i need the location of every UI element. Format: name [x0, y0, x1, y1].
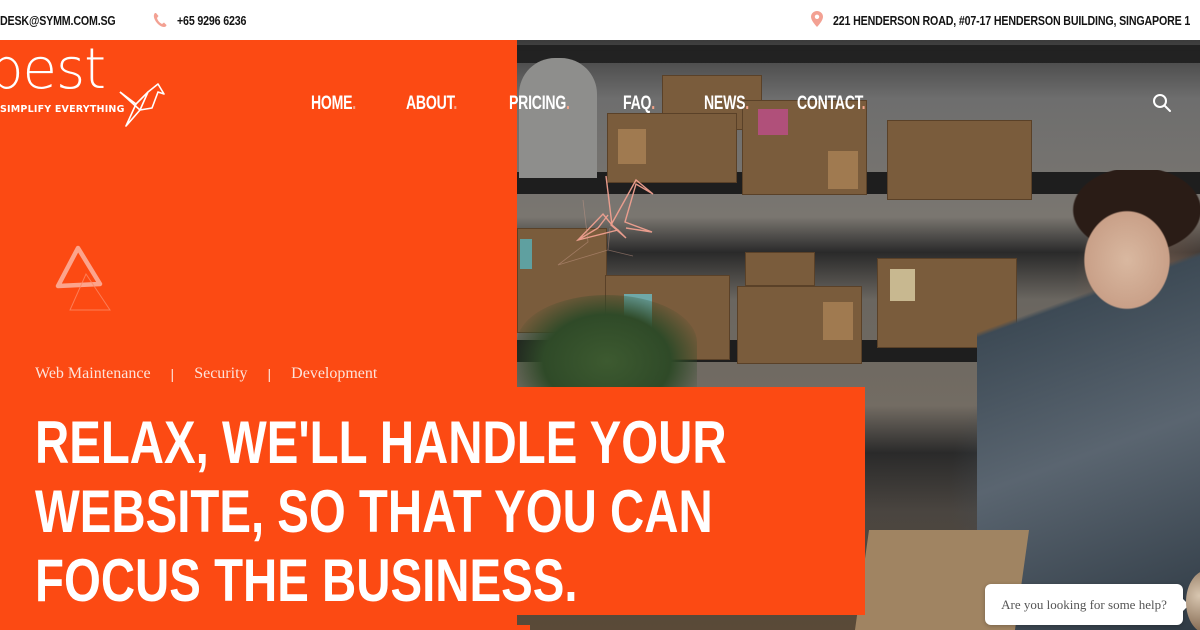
nav-about[interactable]: ABOUT. [406, 93, 457, 115]
nav-label: NEWS [704, 93, 746, 114]
phone-icon [153, 13, 167, 27]
wall-clock [519, 58, 597, 178]
hero-headline: RELAX, WE'LL HANDLE YOUR WEBSITE, SO THA… [35, 408, 746, 615]
contact-email[interactable]: DESK@SYMM.COM.SG [0, 11, 116, 29]
service-development: Development [291, 365, 378, 382]
nav-label: PRICING [509, 93, 567, 114]
nav-dot: . [745, 93, 749, 114]
hero-section: Web Maintenance | Security | Development… [0, 40, 1200, 630]
logo-wordmark: best [0, 37, 106, 102]
separator: | [170, 366, 175, 382]
headline-line: RELAX, WE'LL HANDLE YOUR [35, 409, 727, 476]
top-contact-bar: DESK@SYMM.COM.SG +65 9296 6236 221 HENDE… [0, 0, 1200, 40]
origami-crane-icon [557, 175, 654, 266]
nav-label: FAQ [623, 93, 652, 114]
cardboard-box [745, 252, 815, 286]
nav-label: CONTACT [797, 93, 862, 114]
nav-dot: . [566, 93, 570, 114]
separator: | [267, 366, 272, 382]
nav-dot: . [861, 93, 866, 114]
nav-dot: . [453, 93, 458, 114]
service-web-maintenance: Web Maintenance [35, 365, 151, 382]
logo-tagline: SIMPLIFY EVERYTHING [0, 104, 125, 115]
nav-news[interactable]: NEWS. [704, 93, 749, 115]
search-icon[interactable] [1152, 93, 1172, 113]
chat-prompt-text: Are you looking for some help? [1001, 596, 1167, 612]
contact-phone[interactable]: +65 9296 6236 [177, 11, 246, 29]
nav-dot: . [651, 93, 655, 114]
map-pin-icon [811, 11, 823, 27]
headline-line: WEBSITE, SO THAT YOU CAN [35, 478, 713, 545]
headline-line: FOCUS THE BUSINESS. [35, 547, 578, 614]
shelf [517, 45, 1200, 63]
nav-label: ABOUT [406, 93, 454, 114]
nav-pricing[interactable]: PRICING. [509, 93, 570, 115]
chat-prompt-bubble[interactable]: Are you looking for some help? [985, 584, 1189, 625]
nav-contact[interactable]: CONTACT. [797, 93, 865, 115]
site-logo[interactable]: best SIMPLIFY EVERYTHING [0, 37, 170, 127]
triangle-icon [55, 245, 111, 311]
cardboard-box [737, 286, 862, 364]
service-security: Security [194, 365, 248, 382]
services-list: Web Maintenance | Security | Development [35, 363, 377, 385]
plant [517, 295, 697, 390]
nav-dot: . [352, 93, 356, 114]
contact-address: 221 HENDERSON ROAD, #07-17 HENDERSON BUI… [833, 12, 1191, 28]
origami-crane-icon [119, 83, 165, 127]
orange-strip [517, 625, 530, 630]
nav-label: HOME [311, 93, 353, 114]
nav-home[interactable]: HOME. [311, 93, 356, 115]
nav-faq[interactable]: FAQ. [623, 93, 655, 115]
